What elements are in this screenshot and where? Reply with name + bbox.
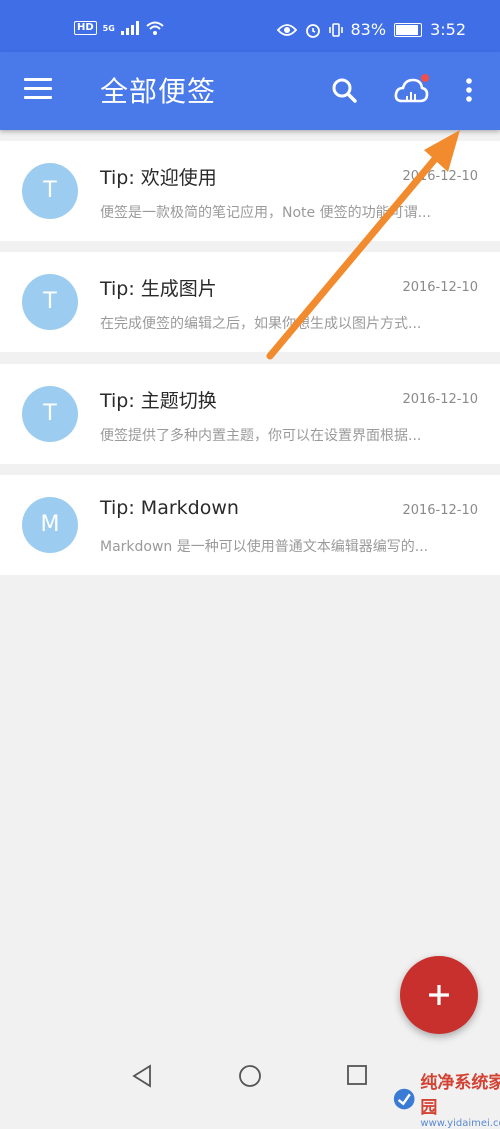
- note-date: 2016-12-10: [402, 280, 478, 295]
- battery-fill: [396, 24, 418, 35]
- note-preview: 便签是一款极简的笔记应用，Note 便签的功能可谓...: [100, 205, 431, 221]
- note-preview: 在完成便签的编辑之后，如果你想生成以图片方式...: [100, 316, 422, 332]
- note-item[interactable]: T Tip: 主题切换 2016-12-10 便签提供了多种内置主题，你可以在设…: [0, 364, 500, 464]
- note-title: Tip: 生成图片: [100, 278, 217, 300]
- note-item[interactable]: T Tip: 欢迎使用 2016-12-10 便签是一款极简的笔记应用，Note…: [0, 141, 500, 241]
- watermark-logo-icon: [393, 1088, 415, 1109]
- status-left: HD 5G: [74, 20, 165, 36]
- note-avatar: T: [22, 386, 78, 442]
- note-date: 2016-12-10: [402, 169, 478, 184]
- status-bar: HD 5G 83% 3:52: [0, 0, 500, 52]
- vibrate-icon: [328, 22, 343, 37]
- note-date: 2016-12-10: [402, 503, 478, 518]
- cloud-sync-icon[interactable]: [393, 74, 429, 108]
- note-title: Tip: 欢迎使用: [100, 167, 217, 189]
- app-toolbar: 全部便签: [0, 52, 500, 130]
- status-right: 83% 3:52: [276, 20, 466, 39]
- note-avatar: T: [22, 274, 78, 330]
- home-icon[interactable]: [236, 1062, 264, 1090]
- note-item[interactable]: M Tip: Markdown 2016-12-10 Markdown 是一种可…: [0, 475, 500, 575]
- battery-icon: [394, 22, 423, 37]
- watermark: 纯净系统家园 www.yidaimei.com: [392, 1068, 500, 1129]
- add-note-button[interactable]: [400, 956, 478, 1034]
- hamburger-menu-icon[interactable]: [24, 78, 52, 102]
- note-preview: Markdown 是一种可以使用普通文本编辑器编写的...: [100, 539, 429, 555]
- note-avatar: T: [22, 163, 78, 219]
- recents-icon[interactable]: [344, 1062, 372, 1090]
- signal-icon: [120, 21, 139, 35]
- note-title: Tip: 主题切换: [100, 390, 217, 412]
- note-avatar: M: [22, 497, 78, 553]
- hd-badge: HD: [74, 21, 97, 35]
- battery-percent: 83%: [350, 20, 387, 39]
- notification-dot: [421, 74, 429, 82]
- wifi-icon: [146, 21, 164, 35]
- page-title: 全部便签: [100, 75, 217, 108]
- note-preview: 便签提供了多种内置主题，你可以在设置界面根据...: [100, 428, 422, 444]
- plus-icon: [429, 985, 449, 1005]
- note-date: 2016-12-10: [402, 392, 478, 407]
- alarm-icon: [305, 23, 320, 38]
- eye-icon: [276, 23, 297, 36]
- back-icon[interactable]: [128, 1062, 156, 1090]
- more-vertical-icon[interactable]: [453, 74, 487, 108]
- network-type: 5G: [102, 23, 115, 33]
- note-item[interactable]: T Tip: 生成图片 2016-12-10 在完成便签的编辑之后，如果你想生成…: [0, 252, 500, 352]
- watermark-url: www.yidaimei.com: [420, 1118, 500, 1129]
- note-title: Tip: Markdown: [100, 497, 239, 519]
- status-time: 3:52: [430, 20, 466, 39]
- search-icon[interactable]: [328, 74, 362, 108]
